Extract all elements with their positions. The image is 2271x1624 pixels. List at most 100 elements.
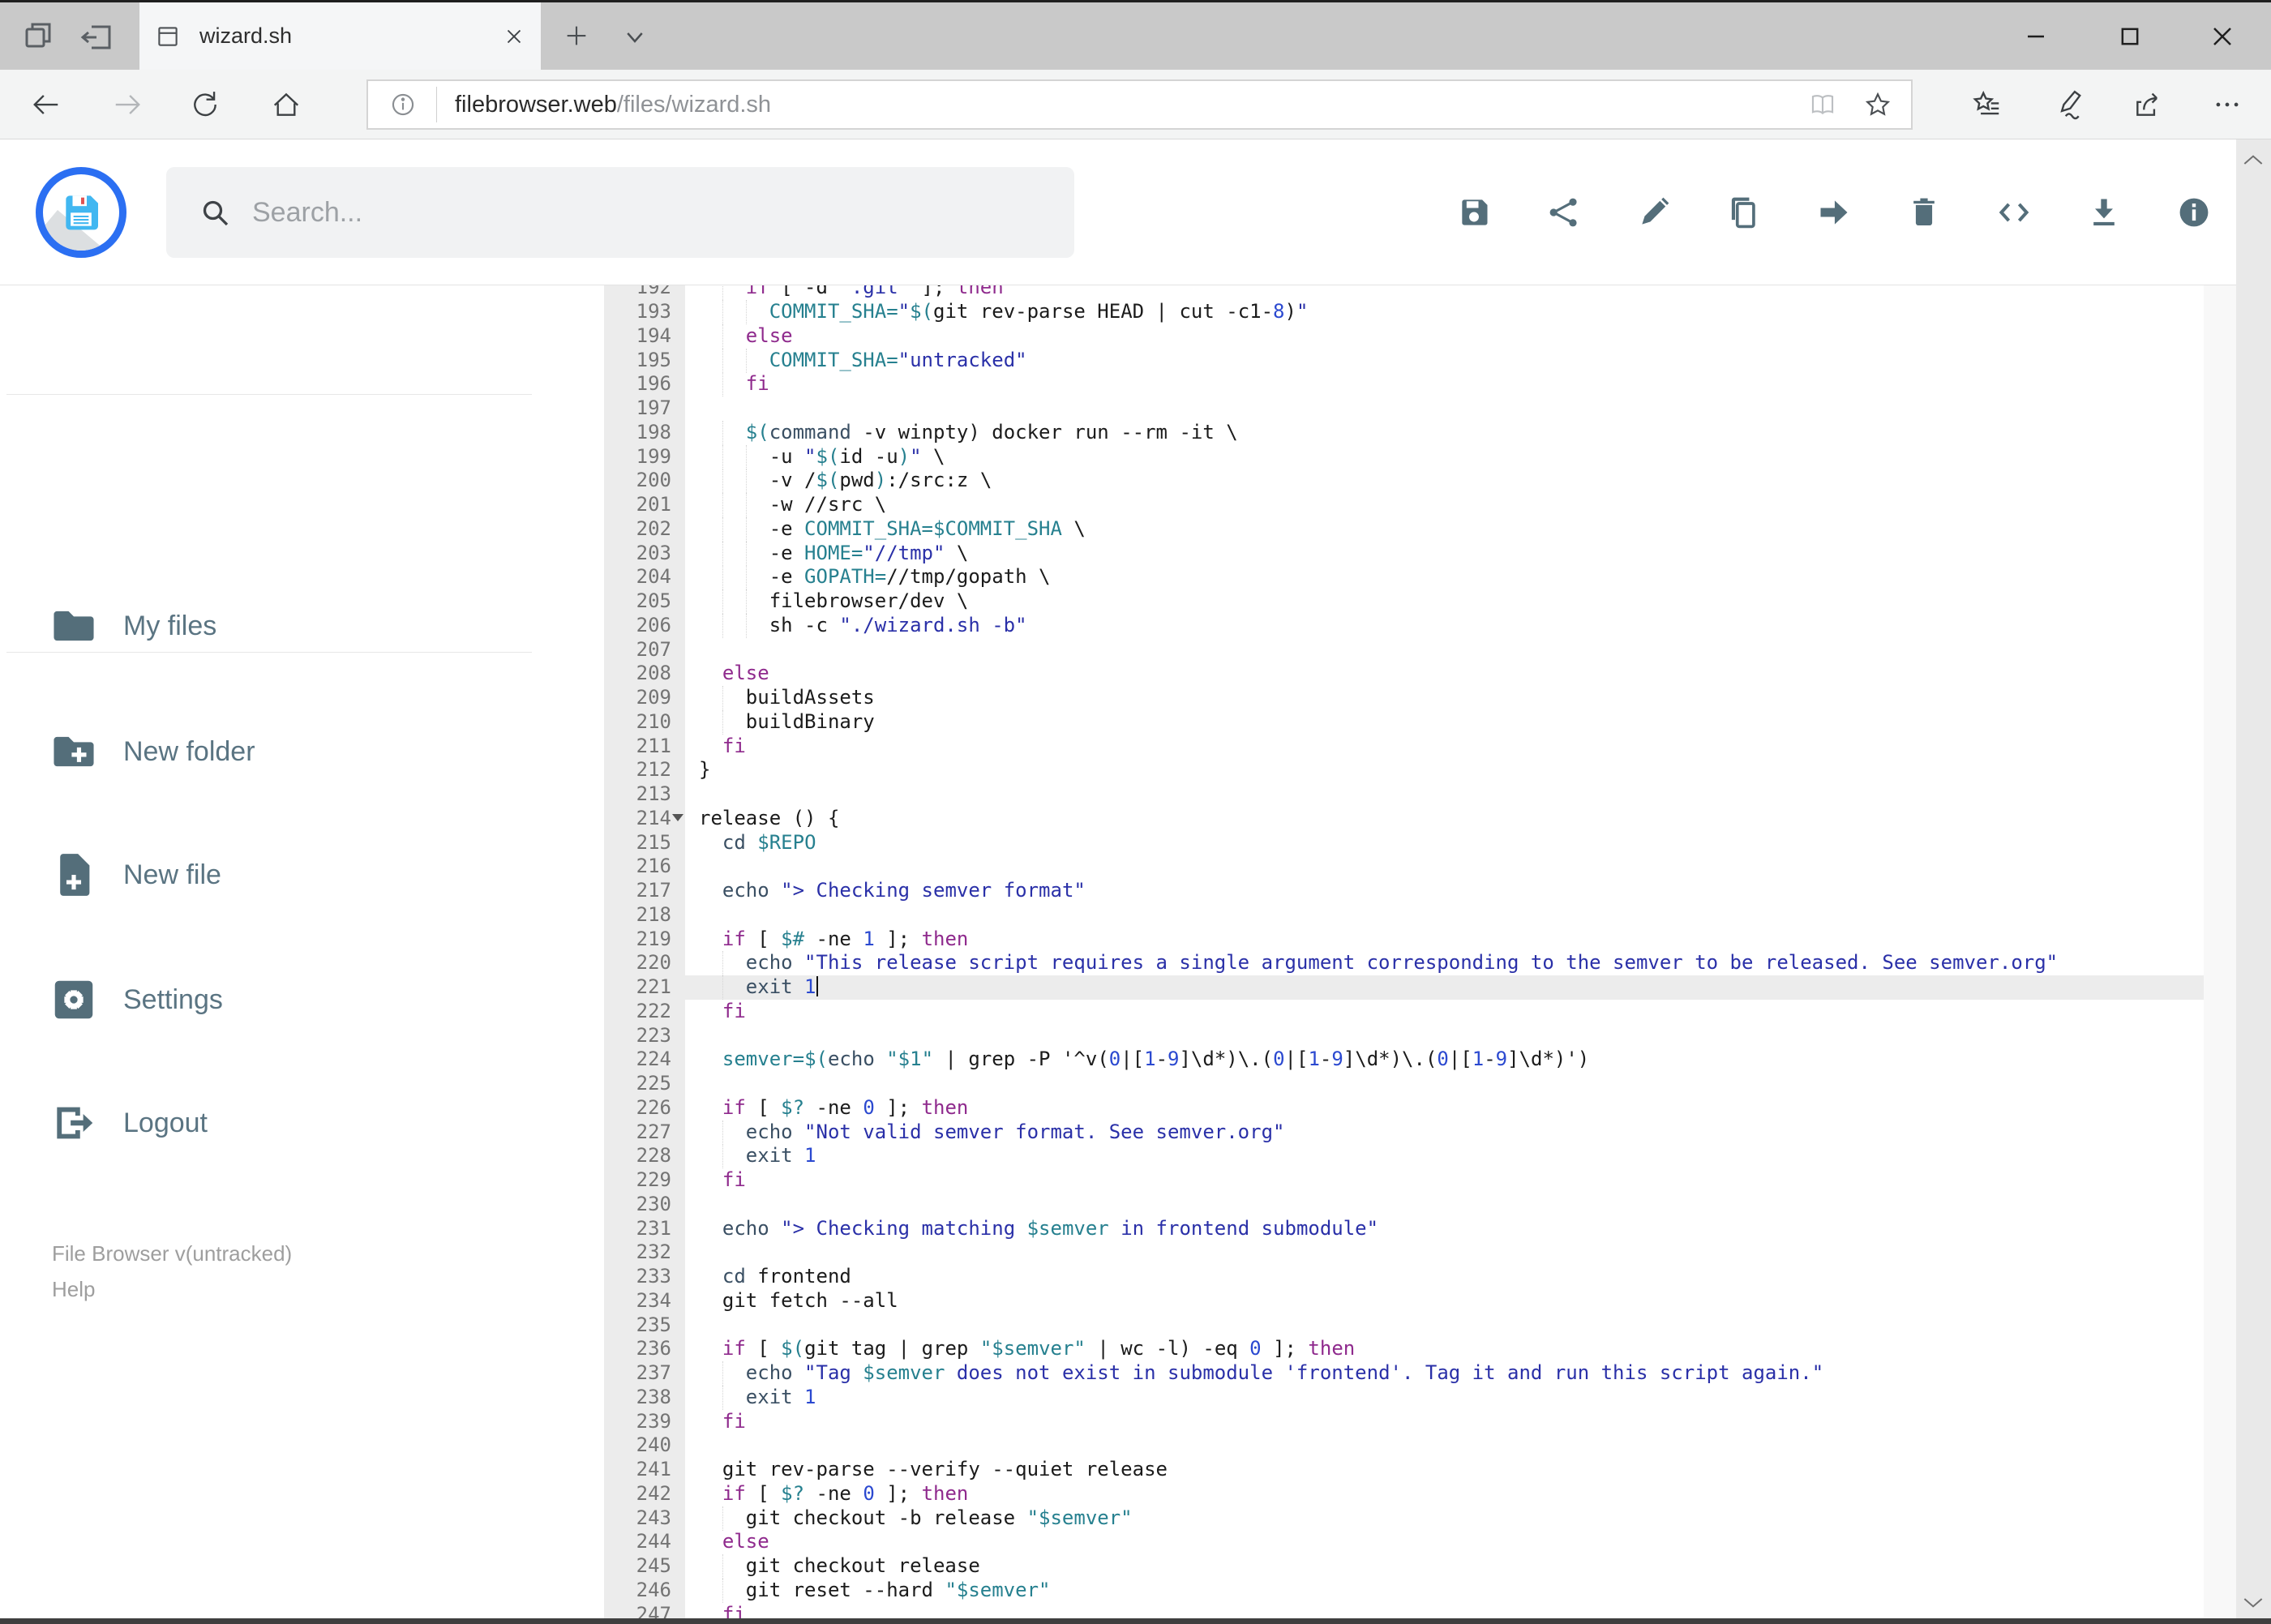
line-number: 192	[636, 285, 671, 299]
favorite-star-icon[interactable]	[1864, 91, 1892, 118]
code-line-198: 198 $(command -v winpty) docker run --rm…	[604, 420, 2204, 445]
tab-close-icon[interactable]	[502, 24, 526, 49]
code-line-245: 245 git checkout release	[604, 1554, 2204, 1579]
line-number: 206	[636, 613, 671, 636]
scroll-up-icon[interactable]	[2240, 148, 2266, 174]
code-line-213: 213	[604, 782, 2204, 807]
indent-guide	[722, 565, 723, 590]
line-number: 241	[636, 1458, 671, 1480]
line-number: 243	[636, 1506, 671, 1529]
line-number: 204	[636, 565, 671, 589]
indent-guide	[745, 541, 747, 566]
code-line-224: 224 semver=$(echo "$1" | grep -P '^v(0|[…	[604, 1048, 2204, 1072]
tab-list-chevron-icon[interactable]	[623, 25, 647, 49]
code-text: echo "This release script requires a sin…	[745, 951, 2059, 975]
line-number: 236	[636, 1337, 671, 1360]
line-number: 223	[636, 1023, 671, 1047]
sidebar-item-label: Logout	[123, 1107, 208, 1138]
annotate-pen-icon[interactable]	[2053, 89, 2084, 120]
code-line-246: 246 git reset --hard "$semver"	[604, 1578, 2204, 1603]
code-editor[interactable]: 192 if [ -d ".git" ]; then 193 COMMIT_SHA…	[604, 285, 2271, 1624]
new-tab-button[interactable]	[563, 22, 590, 49]
code-text: echo "Tag $semver does not exist in subm…	[745, 1361, 1824, 1384]
line-number: 210	[636, 709, 671, 733]
code-line-218: 218	[604, 903, 2204, 928]
filebrowser-logo[interactable]	[36, 167, 126, 258]
info-icon[interactable]	[2149, 139, 2239, 285]
hub-favorites-icon[interactable]	[1972, 89, 2003, 120]
line-number: 194	[636, 324, 671, 347]
home-icon[interactable]	[271, 89, 302, 120]
save-icon[interactable]	[1429, 139, 1519, 285]
share-icon[interactable]	[2132, 89, 2163, 120]
set-tabs-aside-icon[interactable]	[79, 17, 118, 56]
download-icon[interactable]	[2059, 139, 2149, 285]
line-number: 211	[636, 734, 671, 757]
page-scrollbar[interactable]	[2236, 139, 2271, 1624]
code-text: fi	[722, 1168, 746, 1191]
code-text: echo "> Checking matching $semver in fro…	[722, 1216, 1379, 1240]
forward-icon[interactable]	[112, 89, 143, 120]
line-number: 239	[636, 1409, 671, 1433]
indent-guide	[722, 541, 723, 566]
sidebar-item-logout[interactable]: Logout	[0, 1078, 568, 1168]
line-number: 228	[636, 1144, 671, 1168]
code-text: semver=$(echo "$1" | grep -P '^v(0|[1-9]…	[722, 1048, 1590, 1071]
tab-preview-icon[interactable]	[19, 17, 58, 56]
code-text: else	[722, 1530, 769, 1553]
code-text: -e COMMIT_SHA=$COMMIT_SHA \	[699, 516, 1086, 540]
code-line-234: 234 git fetch --all	[604, 1289, 2204, 1313]
raw-code-icon[interactable]	[1969, 139, 2059, 285]
sidebar-item-new-file[interactable]: New file	[0, 830, 568, 919]
sidebar-divider	[6, 652, 532, 653]
help-link[interactable]: Help	[52, 1271, 292, 1307]
sidebar-item-my-files[interactable]: My files	[0, 581, 568, 671]
code-text: if [ $? -ne 0 ]; then	[722, 1095, 969, 1119]
fold-marker-icon[interactable]	[672, 813, 683, 821]
refresh-icon[interactable]	[190, 89, 221, 120]
url-text[interactable]: filebrowser.web/files/wizard.sh	[455, 92, 1809, 118]
code-line-206: 206 sh -c "./wizard.sh -b"	[604, 613, 2204, 638]
window-maximize-button[interactable]	[2114, 20, 2146, 53]
back-icon[interactable]	[31, 89, 62, 120]
window-close-button[interactable]	[2206, 20, 2239, 53]
code-line-201: 201 -w //src \	[604, 493, 2204, 517]
floppy-disk-icon	[66, 195, 98, 230]
reading-view-icon[interactable]	[1809, 91, 1836, 118]
sidebar-item-settings[interactable]: Settings	[0, 955, 568, 1044]
code-line-232: 232	[604, 1240, 2204, 1265]
code-line-235: 235	[604, 1313, 2204, 1338]
line-number: 203	[636, 541, 671, 564]
search-input[interactable]: Search...	[166, 167, 1074, 258]
code-text: if [ $# -ne 1 ]; then	[722, 927, 969, 950]
move-icon[interactable]	[1789, 139, 1879, 285]
code-line-244: 244 else	[604, 1530, 2204, 1554]
rename-icon[interactable]	[1609, 139, 1699, 285]
line-number: 207	[636, 637, 671, 661]
indent-guide	[722, 589, 723, 614]
window-minimize-button[interactable]	[2020, 20, 2052, 53]
line-number: 246	[636, 1578, 671, 1601]
sidebar-footer: File Browser v(untracked) Help	[52, 1236, 292, 1307]
delete-icon[interactable]	[1879, 139, 1969, 285]
line-number: 218	[636, 902, 671, 926]
copy-icon[interactable]	[1699, 139, 1789, 285]
sidebar-item-new-folder[interactable]: New folder	[0, 707, 568, 796]
code-text: }	[699, 758, 711, 782]
line-number: 229	[636, 1168, 671, 1191]
indent-guide	[722, 516, 723, 542]
scroll-down-icon[interactable]	[2240, 1589, 2266, 1615]
indent-guide	[722, 1361, 723, 1386]
code-text: echo "> Checking semver format"	[722, 879, 1086, 902]
more-menu-icon[interactable]	[2212, 89, 2243, 120]
line-number: 245	[636, 1554, 671, 1577]
code-text: if [ -d ".git" ]; then	[745, 285, 1004, 299]
site-info-icon[interactable]	[389, 91, 417, 118]
line-number: 226	[636, 1095, 671, 1119]
code-line-228: 228 exit 1	[604, 1144, 2204, 1169]
code-line-227: 227 echo "Not valid semver format. See s…	[604, 1120, 2204, 1145]
line-number: 196	[636, 372, 671, 396]
browser-tab[interactable]: wizard.sh	[139, 2, 541, 70]
share-icon[interactable]	[1519, 139, 1609, 285]
address-bar[interactable]: filebrowser.web/files/wizard.sh	[366, 79, 1913, 130]
